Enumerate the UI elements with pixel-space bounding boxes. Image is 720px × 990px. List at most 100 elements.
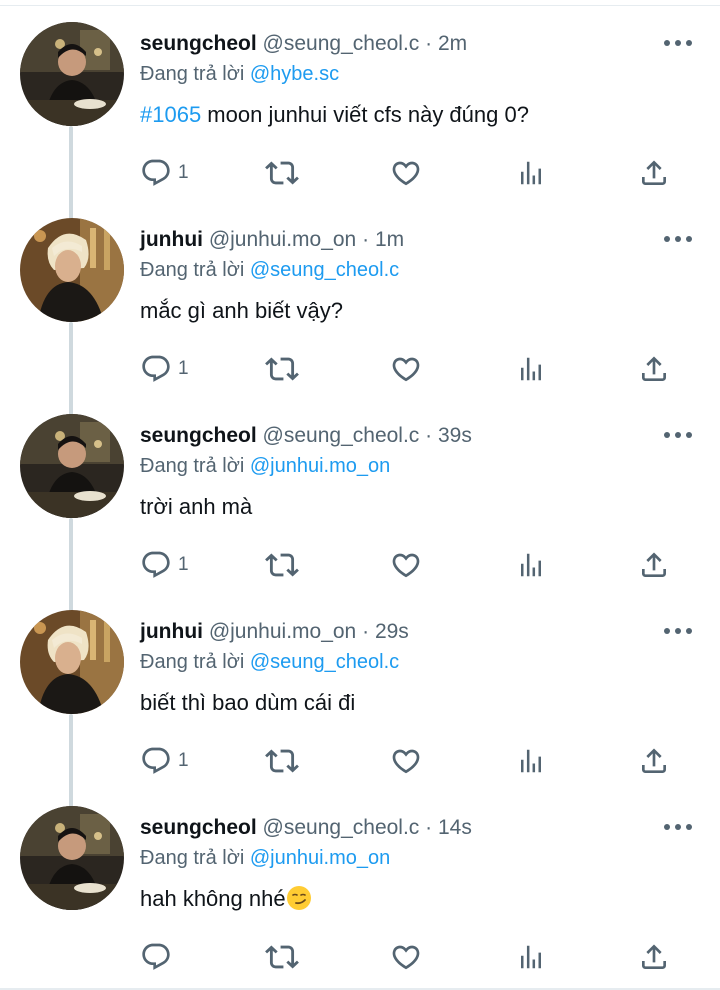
tweet-header: junhui @junhui.mo_on · 1m <box>140 227 404 253</box>
heart-icon <box>392 749 420 774</box>
reply-icon <box>142 943 170 970</box>
share-button[interactable] <box>638 743 670 779</box>
replying-to: Đang trả lời @hybe.sc <box>140 61 339 87</box>
user-handle[interactable]: @junhui.mo_on <box>209 228 356 251</box>
more-options-icon[interactable] <box>664 822 692 832</box>
tweet-text-content: biết thì bao dùm cái đi <box>140 690 356 715</box>
reply-count: 1 <box>178 162 189 183</box>
separator-dot: · <box>425 32 433 55</box>
retweet-button[interactable] <box>265 743 299 779</box>
hashtag-link[interactable]: #1065 <box>140 102 201 127</box>
views-button[interactable] <box>516 351 546 387</box>
user-handle[interactable]: @seung_cheol.c <box>263 816 420 839</box>
reply-count: 1 <box>178 554 189 575</box>
tweet[interactable]: seungcheol @seung_cheol.c · 14s Đang trả… <box>0 784 720 980</box>
mention-link[interactable]: @seung_cheol.c <box>250 259 399 281</box>
more-options-icon[interactable] <box>664 430 692 440</box>
avatar-junhui[interactable] <box>20 610 124 714</box>
tweet[interactable]: seungcheol @seung_cheol.c · 2m Đang trả … <box>0 0 720 196</box>
reply-button[interactable]: 1 <box>140 547 189 583</box>
separator-dot: · <box>425 816 433 839</box>
share-button[interactable] <box>638 939 670 975</box>
reply-count: 1 <box>178 750 189 771</box>
display-name[interactable]: seungcheol <box>140 32 257 55</box>
replying-to-label: Đang trả lời <box>140 847 245 869</box>
share-button[interactable] <box>638 155 670 191</box>
avatar-seungcheol[interactable] <box>20 414 124 518</box>
retweet-button[interactable] <box>265 547 299 583</box>
action-bar: 1 <box>0 351 720 387</box>
like-button[interactable] <box>390 351 422 387</box>
tweet-text: hah không nhé <box>140 885 312 913</box>
retweet-button[interactable] <box>265 155 299 191</box>
action-bar <box>0 939 720 975</box>
tweet-thread: seungcheol @seung_cheol.c · 2m Đang trả … <box>0 0 720 990</box>
bar-chart-icon <box>521 357 541 381</box>
display-name[interactable]: junhui <box>140 620 203 643</box>
display-name[interactable]: junhui <box>140 228 203 251</box>
like-button[interactable] <box>390 155 422 191</box>
avatar-image <box>20 414 124 518</box>
more-options-icon[interactable] <box>664 38 692 48</box>
like-button[interactable] <box>390 939 422 975</box>
avatar-seungcheol[interactable] <box>20 806 124 910</box>
tweet-text-content: hah không nhé <box>140 886 286 911</box>
share-icon <box>642 356 666 381</box>
more-options-icon[interactable] <box>664 234 692 244</box>
views-button[interactable] <box>516 547 546 583</box>
retweet-button[interactable] <box>265 351 299 387</box>
avatar-junhui[interactable] <box>20 218 124 322</box>
heart-icon <box>392 161 420 186</box>
like-button[interactable] <box>390 547 422 583</box>
views-button[interactable] <box>516 743 546 779</box>
tweet-header: seungcheol @seung_cheol.c · 2m <box>140 31 467 57</box>
heart-icon <box>392 945 420 970</box>
tweet[interactable]: seungcheol @seung_cheol.c · 39s Đang trả… <box>0 392 720 588</box>
mention-link[interactable]: @hybe.sc <box>250 63 339 85</box>
user-handle[interactable]: @junhui.mo_on <box>209 620 356 643</box>
replying-to: Đang trả lời @seung_cheol.c <box>140 649 399 675</box>
tweet-header: seungcheol @seung_cheol.c · 14s <box>140 815 472 841</box>
retweet-icon <box>265 749 299 773</box>
tweet-text: mắc gì anh biết vậy? <box>140 297 343 325</box>
separator-dot: · <box>425 424 433 447</box>
bar-chart-icon <box>521 945 541 969</box>
user-handle[interactable]: @seung_cheol.c <box>263 32 420 55</box>
avatar-image <box>20 22 124 126</box>
mention-link[interactable]: @seung_cheol.c <box>250 651 399 673</box>
user-handle[interactable]: @seung_cheol.c <box>263 424 420 447</box>
like-button[interactable] <box>390 743 422 779</box>
retweet-icon <box>265 553 299 577</box>
tweet[interactable]: junhui @junhui.mo_on · 1m Đang trả lời @… <box>0 196 720 392</box>
replying-to: Đang trả lời @junhui.mo_on <box>140 453 390 479</box>
retweet-icon <box>265 945 299 969</box>
timestamp[interactable]: 14s <box>438 816 472 839</box>
heart-icon <box>392 357 420 382</box>
avatar-seungcheol[interactable] <box>20 22 124 126</box>
reply-button[interactable] <box>140 939 178 975</box>
reply-button[interactable]: 1 <box>140 351 189 387</box>
action-bar: 1 <box>0 743 720 779</box>
views-button[interactable] <box>516 939 546 975</box>
share-button[interactable] <box>638 547 670 583</box>
mention-link[interactable]: @junhui.mo_on <box>250 455 390 477</box>
timestamp[interactable]: 2m <box>438 32 467 55</box>
display-name[interactable]: seungcheol <box>140 816 257 839</box>
share-button[interactable] <box>638 351 670 387</box>
replying-to-label: Đang trả lời <box>140 259 245 281</box>
retweet-button[interactable] <box>265 939 299 975</box>
mention-link[interactable]: @junhui.mo_on <box>250 847 390 869</box>
display-name[interactable]: seungcheol <box>140 424 257 447</box>
timestamp[interactable]: 1m <box>375 228 404 251</box>
timestamp[interactable]: 29s <box>375 620 409 643</box>
more-options-icon[interactable] <box>664 626 692 636</box>
tweet[interactable]: junhui @junhui.mo_on · 29s Đang trả lời … <box>0 588 720 784</box>
views-button[interactable] <box>516 155 546 191</box>
avatar-image <box>20 806 124 910</box>
reply-button[interactable]: 1 <box>140 743 189 779</box>
heart-icon <box>392 553 420 578</box>
bar-chart-icon <box>521 749 541 773</box>
reply-button[interactable]: 1 <box>140 155 189 191</box>
timestamp[interactable]: 39s <box>438 424 472 447</box>
separator-dot: · <box>362 228 370 251</box>
